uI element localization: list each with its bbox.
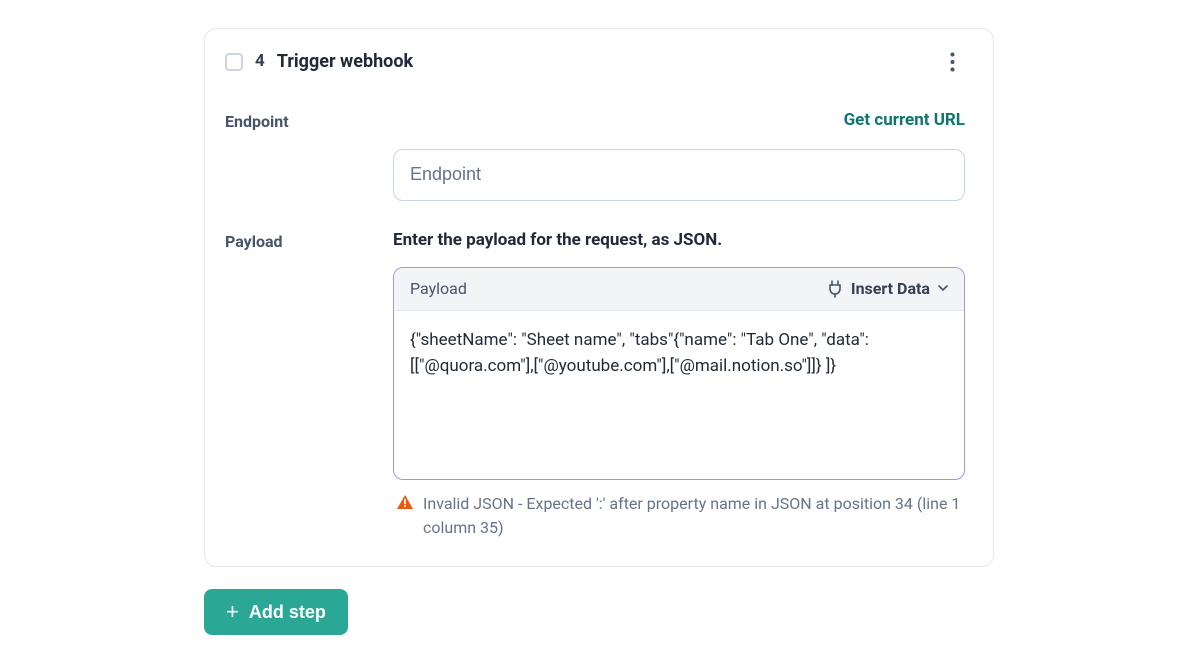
warning-icon <box>397 495 413 509</box>
payload-row: Payload Enter the payload for the reques… <box>225 229 965 541</box>
plug-icon <box>827 280 843 298</box>
step-checkbox[interactable] <box>225 53 243 71</box>
endpoint-input[interactable] <box>393 149 965 201</box>
payload-helper: Enter the payload for the request, as JS… <box>393 229 965 253</box>
card-header: 4 Trigger webhook <box>225 49 965 75</box>
chevron-down-icon <box>938 285 948 292</box>
plus-icon: + <box>226 601 239 623</box>
payload-field: Enter the payload for the request, as JS… <box>393 229 965 541</box>
payload-editor-header: Payload Insert Data <box>394 268 964 311</box>
step-title: Trigger webhook <box>277 49 413 74</box>
payload-error-text: Invalid JSON - Expected ':' after proper… <box>423 492 965 540</box>
payload-label: Payload <box>225 229 373 253</box>
add-step-label: Add step <box>249 602 326 623</box>
step-number: 4 <box>255 50 265 74</box>
card-header-left: 4 Trigger webhook <box>225 49 413 74</box>
get-current-url-link[interactable]: Get current URL <box>844 109 965 133</box>
endpoint-row: Endpoint Get current URL <box>225 109 965 201</box>
payload-textarea[interactable] <box>410 327 948 457</box>
step-card: 4 Trigger webhook Endpoint Get current U… <box>204 28 994 567</box>
insert-data-label: Insert Data <box>851 278 930 300</box>
endpoint-field: Get current URL <box>393 109 965 201</box>
payload-editor: Payload Insert Data <box>393 267 965 481</box>
insert-data-button[interactable]: Insert Data <box>827 278 948 300</box>
payload-editor-label: Payload <box>410 278 467 300</box>
endpoint-label: Endpoint <box>225 109 373 133</box>
more-vertical-icon <box>950 52 955 72</box>
more-button[interactable] <box>939 49 965 75</box>
payload-error: Invalid JSON - Expected ':' after proper… <box>393 492 965 540</box>
add-step-button[interactable]: + Add step <box>204 589 348 635</box>
